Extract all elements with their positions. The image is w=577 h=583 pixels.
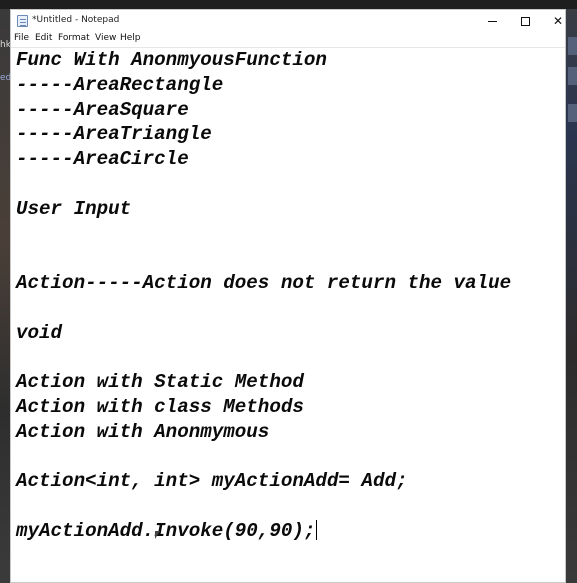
- editor-line-last: myActionAdd.Invoke(90,90);: [16, 520, 318, 542]
- editor-line: -----AreaCircle: [16, 148, 189, 170]
- editor-line: Action<int, int> myActionAdd= Add;: [16, 470, 408, 492]
- desktop-top-strip: [0, 0, 577, 9]
- editor-line: -----AreaRectangle: [16, 74, 224, 96]
- minimize-icon: [487, 20, 497, 22]
- background-window-left: hk ed.: [0, 9, 14, 583]
- editor-line: Action with class Methods: [16, 396, 304, 418]
- editor-line: Action with Static Method: [16, 371, 304, 393]
- editor-line: Action-----Action does not return the va…: [16, 272, 512, 294]
- window-title: *Untitled - Notepad: [32, 15, 120, 25]
- notepad-icon: [17, 15, 28, 27]
- editor-line: void: [16, 322, 63, 344]
- background-window-right: [566, 9, 577, 583]
- menu-file[interactable]: File: [14, 33, 29, 43]
- menu-edit[interactable]: Edit: [35, 33, 52, 43]
- editor-line-text: myActionAdd.Invoke(90,90);: [16, 520, 316, 542]
- text-editor-area[interactable]: Func With AnonmyousFunction -----AreaRec…: [11, 47, 565, 582]
- close-button[interactable]: ✕: [541, 10, 565, 32]
- menu-view[interactable]: View: [95, 33, 116, 43]
- close-icon: ✕: [552, 14, 564, 28]
- editor-line: -----AreaTriangle: [16, 123, 212, 145]
- editor-line: User Input: [16, 198, 132, 220]
- minimize-button[interactable]: [475, 10, 509, 32]
- background-block: [568, 104, 577, 122]
- mouse-pointer-icon: [155, 531, 161, 541]
- text-caret: [316, 520, 318, 540]
- menu-help[interactable]: Help: [120, 33, 141, 43]
- editor-line: Func With AnonmyousFunction: [16, 49, 327, 71]
- menu-bar: File Edit Format View Help: [11, 32, 565, 47]
- title-bar[interactable]: *Untitled - Notepad ✕: [11, 10, 565, 32]
- background-block: [568, 67, 577, 85]
- maximize-icon: [520, 16, 530, 26]
- background-block: [568, 37, 577, 55]
- menu-format[interactable]: Format: [58, 33, 90, 43]
- maximize-button[interactable]: [508, 10, 542, 32]
- editor-line: -----AreaSquare: [16, 99, 189, 121]
- notepad-window: *Untitled - Notepad ✕ File Edit Format V…: [10, 9, 566, 583]
- editor-line: Action with Anonmymous: [16, 421, 270, 443]
